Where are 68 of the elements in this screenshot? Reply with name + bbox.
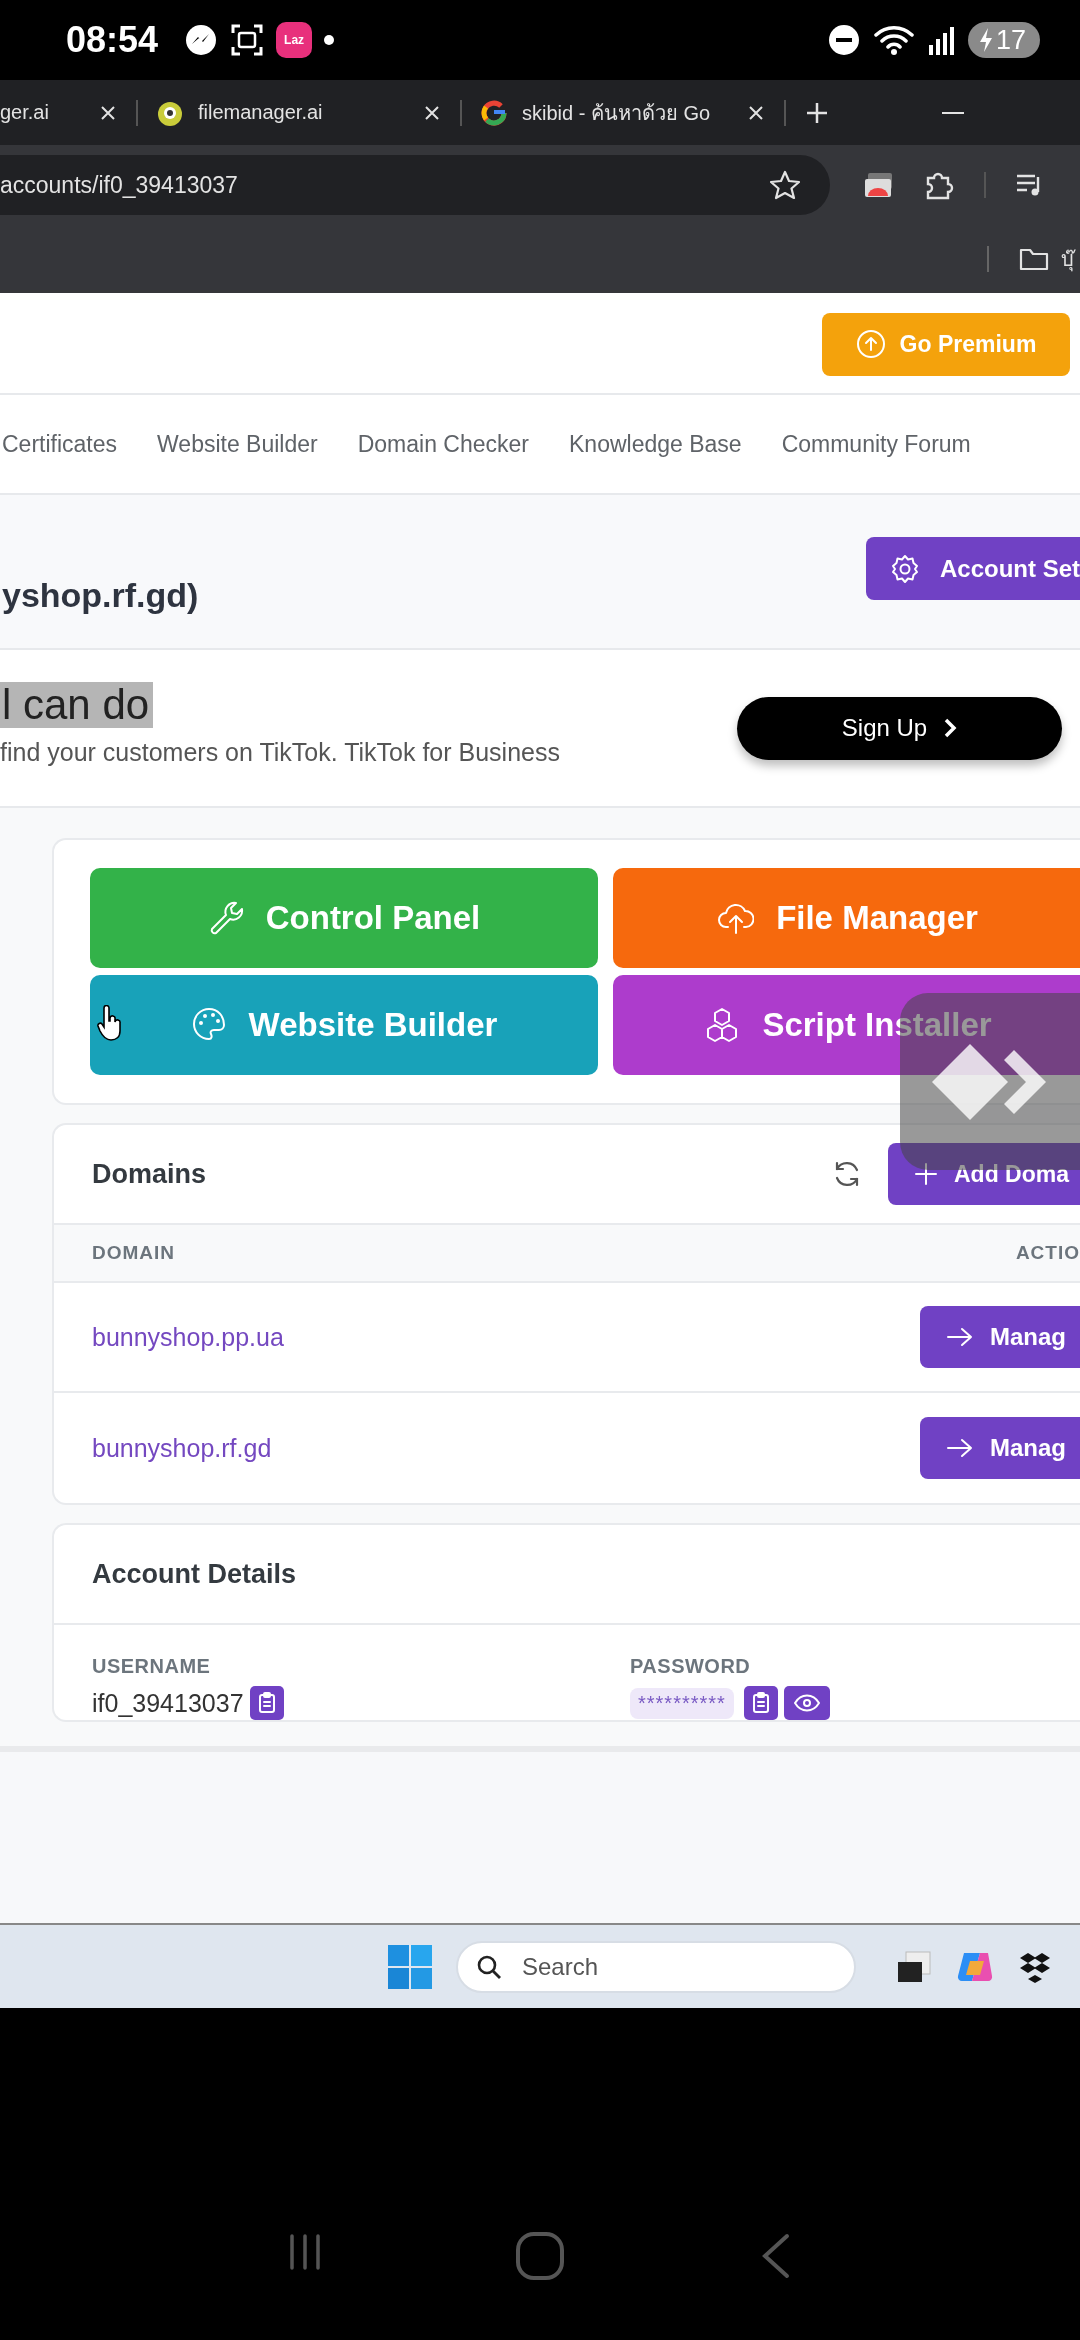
add-domain-button[interactable]: Add Doma [888, 1143, 1080, 1205]
show-password-button[interactable] [783, 1686, 830, 1720]
arrow-right-icon [946, 1326, 974, 1348]
manage-button[interactable]: Manag [920, 1306, 1080, 1368]
chevron-right-icon [943, 717, 958, 739]
manage-button[interactable]: Manag [920, 1417, 1080, 1479]
arrow-right-icon [946, 1437, 974, 1459]
password-value: ********** [630, 1687, 734, 1719]
quick-action-button[interactable]: Script Installer [613, 975, 1080, 1075]
browser-tab[interactable]: ger.ai [0, 80, 136, 145]
signal-icon [927, 25, 954, 55]
home-icon[interactable] [514, 2230, 566, 2282]
eye-icon [792, 1693, 821, 1713]
domain-link[interactable]: bunnyshop.rf.gd [92, 1433, 272, 1463]
nav-link[interactable]: Knowledge Base [569, 430, 742, 458]
copy-button[interactable] [249, 1686, 284, 1720]
column-header: DOMAIN [92, 1242, 176, 1264]
folder-icon [1019, 247, 1049, 271]
card-title: Account Details [92, 1558, 298, 1590]
screenshot-icon [230, 23, 265, 57]
username-value: if0_39413037 [92, 1688, 244, 1718]
account-title: yshop.rf.gd) [2, 576, 199, 615]
account-settings-button[interactable]: Account Set [866, 537, 1080, 600]
search-icon [476, 1953, 502, 1980]
nav-link[interactable]: Domain Checker [357, 430, 529, 458]
close-icon[interactable] [748, 104, 764, 121]
app-notification-icon: Laz [276, 22, 313, 58]
tab-cards-icon[interactable] [864, 172, 894, 198]
field-label: USERNAME [92, 1655, 212, 1678]
ad-text: find your customers on TikTok. TikTok for Business [0, 737, 560, 767]
close-icon[interactable] [100, 104, 116, 121]
gear-icon [890, 553, 920, 584]
plus-icon [914, 1162, 938, 1186]
tab-title: filemanager.ai [198, 101, 324, 124]
g-favicon-icon [480, 98, 508, 127]
bolt-icon [977, 27, 994, 53]
hand-cursor-icon [96, 1005, 122, 1041]
new-tab-icon[interactable] [806, 101, 828, 124]
domain-link[interactable]: bunnyshop.pp.ua [92, 1322, 284, 1352]
dot-icon [324, 35, 335, 45]
browser-tab[interactable]: skibid - ค้นหาด้วย Go [462, 80, 784, 145]
nav-link[interactable]: Website Builder [157, 430, 318, 458]
tab-title: ger.ai [0, 101, 50, 124]
extension-icon[interactable] [924, 170, 954, 200]
bookmark-folder[interactable]: บุ๊ [1061, 243, 1074, 275]
browser-tab[interactable]: filemanager.ai [138, 80, 460, 145]
clock-time: 08:54 [66, 19, 159, 61]
chat-bubble-icon [184, 23, 219, 57]
sign-up-button[interactable]: Sign Up [737, 696, 1062, 760]
nav-link[interactable]: Certificates [2, 430, 118, 458]
start-icon[interactable] [388, 1944, 432, 1989]
task-view-icon[interactable] [896, 1949, 932, 1984]
close-icon[interactable] [424, 104, 440, 121]
ad-headline: l can do [0, 681, 154, 728]
wifi-icon [873, 23, 914, 57]
minimize-icon[interactable] [942, 110, 964, 115]
column-header: ACTIO [1015, 1242, 1080, 1264]
star-icon[interactable] [770, 170, 800, 200]
card-title: Domains [92, 1158, 208, 1190]
do-not-disturb-icon [827, 24, 860, 56]
field-label: PASSWORD [630, 1655, 752, 1678]
copy-button[interactable] [743, 1686, 778, 1720]
address-bar[interactable]: accounts/if0_39413037 [0, 155, 830, 215]
nav-link[interactable]: Community Forum [781, 430, 971, 458]
battery-level: 17 [995, 24, 1026, 56]
tab-title: skibid - ค้นหาด้วย Go [522, 100, 712, 126]
arrow-up-circle-icon [855, 329, 886, 359]
taskbar-search-field[interactable]: Search [456, 1940, 856, 1993]
